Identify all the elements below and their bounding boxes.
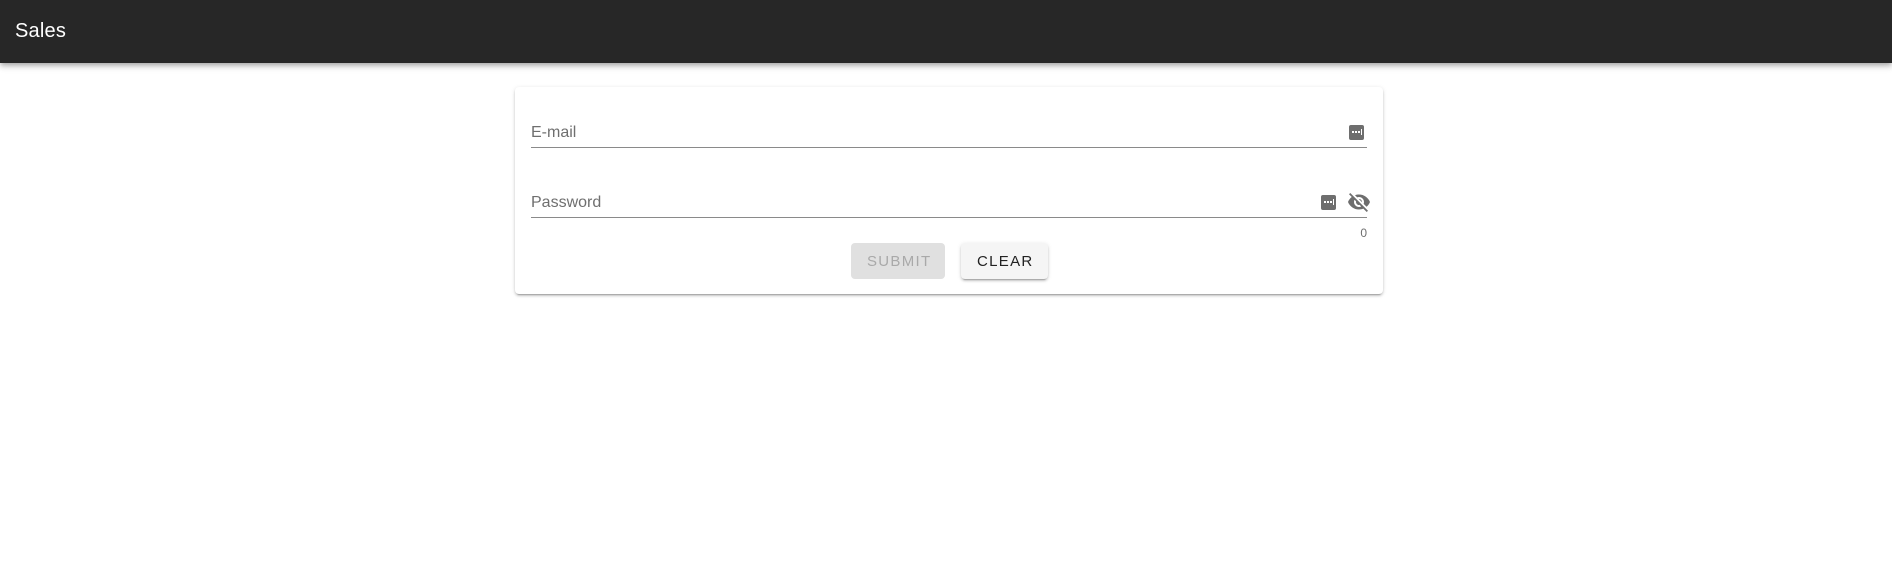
password-manager-icon[interactable]	[1349, 125, 1364, 140]
password-field[interactable]: Password	[531, 188, 1370, 218]
login-form-card: E-mail Password 0 Submit Clear	[515, 87, 1383, 294]
password-char-counter: 0	[1360, 226, 1367, 240]
clear-button[interactable]: Clear	[961, 243, 1048, 279]
eye-off-icon[interactable]	[1347, 190, 1371, 214]
email-field[interactable]: E-mail	[531, 118, 1367, 148]
submit-button[interactable]: Submit	[851, 243, 945, 279]
email-input[interactable]	[531, 118, 1311, 147]
password-input[interactable]	[531, 188, 1311, 217]
app-bar: Sales	[0, 0, 1892, 63]
app-title: Sales	[15, 20, 67, 42]
password-manager-icon[interactable]	[1321, 195, 1336, 210]
